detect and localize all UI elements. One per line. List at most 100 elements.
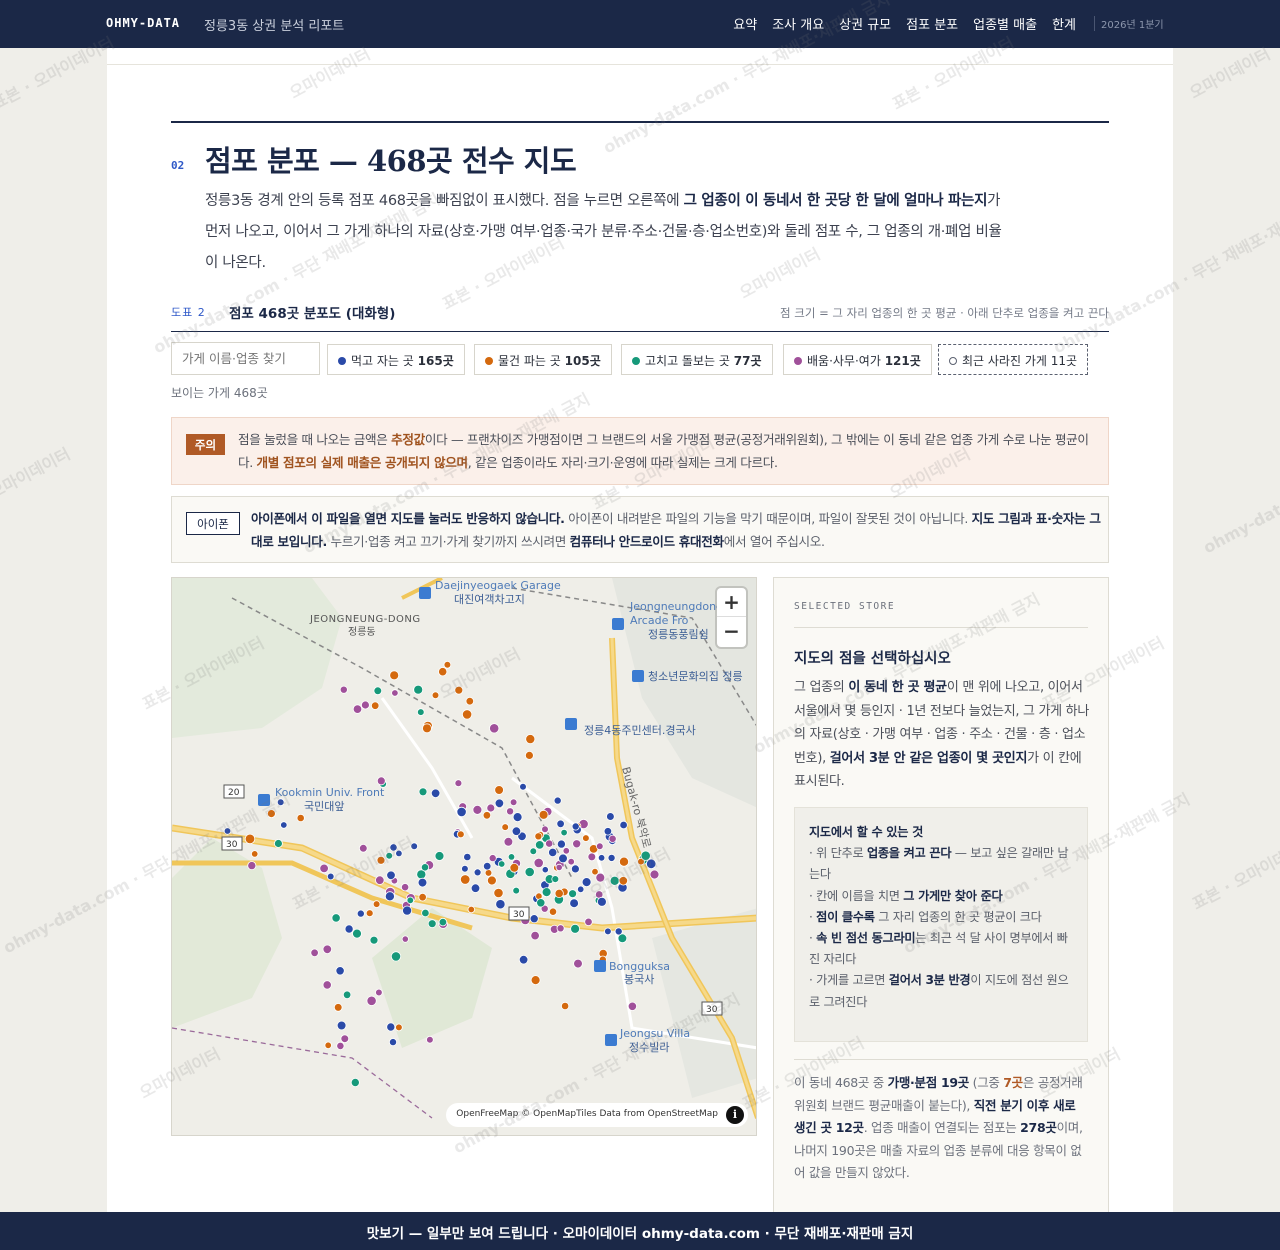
store-marker[interactable] xyxy=(562,847,570,855)
store-marker[interactable] xyxy=(430,788,441,799)
store-marker[interactable] xyxy=(336,1041,345,1050)
brand-logo[interactable]: OHMY-DATA xyxy=(106,16,180,30)
store-marker[interactable] xyxy=(324,1041,332,1049)
store-marker[interactable] xyxy=(467,905,475,914)
nav-store-distribution[interactable]: 점포 분포 xyxy=(906,14,958,33)
store-marker[interactable] xyxy=(434,851,445,861)
store-marker[interactable] xyxy=(431,691,440,699)
store-marker[interactable] xyxy=(570,864,580,874)
store-marker[interactable] xyxy=(454,685,464,695)
store-marker[interactable] xyxy=(280,821,288,829)
store-marker[interactable] xyxy=(250,850,259,858)
store-marker[interactable] xyxy=(525,734,536,745)
store-marker[interactable] xyxy=(614,927,623,936)
store-search-input[interactable] xyxy=(171,342,320,375)
store-marker[interactable] xyxy=(506,807,515,816)
store-marker[interactable] xyxy=(247,861,257,871)
store-marker[interactable] xyxy=(472,804,483,815)
store-marker[interactable] xyxy=(360,700,370,710)
store-marker[interactable] xyxy=(356,909,365,918)
store-marker[interactable] xyxy=(519,782,527,791)
store-marker[interactable] xyxy=(454,779,463,788)
store-marker[interactable] xyxy=(512,812,523,823)
store-marker[interactable] xyxy=(336,1020,347,1031)
store-marker[interactable] xyxy=(417,708,425,716)
store-map[interactable]: Daejinyeogaek Garage 대진여객차고지 JEONGNEUNG-… xyxy=(171,577,757,1136)
store-marker[interactable] xyxy=(512,886,521,895)
store-marker[interactable] xyxy=(551,875,560,884)
store-marker[interactable] xyxy=(339,685,348,694)
store-marker[interactable] xyxy=(426,1035,434,1044)
store-marker[interactable] xyxy=(494,798,505,809)
store-marker[interactable] xyxy=(571,822,580,831)
zoom-in-button[interactable]: + xyxy=(717,588,746,617)
store-marker[interactable] xyxy=(484,869,493,877)
store-marker[interactable] xyxy=(386,870,396,881)
store-marker[interactable] xyxy=(389,843,398,852)
store-marker[interactable] xyxy=(555,863,563,871)
store-marker[interactable] xyxy=(463,852,472,862)
store-marker[interactable] xyxy=(541,825,549,834)
store-marker[interactable] xyxy=(509,798,518,807)
store-marker[interactable] xyxy=(535,840,545,850)
store-marker[interactable] xyxy=(390,951,402,962)
store-marker[interactable] xyxy=(267,809,276,819)
store-marker[interactable] xyxy=(640,850,651,861)
store-marker[interactable] xyxy=(473,868,482,877)
store-marker[interactable] xyxy=(488,854,497,863)
store-marker[interactable] xyxy=(344,924,354,934)
store-marker[interactable] xyxy=(340,1034,350,1044)
store-marker[interactable] xyxy=(581,877,592,888)
store-marker[interactable] xyxy=(366,995,377,1006)
zoom-out-button[interactable]: − xyxy=(717,617,746,646)
store-marker[interactable] xyxy=(223,827,232,835)
store-marker[interactable] xyxy=(276,798,285,807)
store-marker[interactable] xyxy=(494,785,504,795)
store-marker[interactable] xyxy=(507,853,516,861)
store-marker[interactable] xyxy=(296,813,305,823)
store-marker[interactable] xyxy=(604,927,612,936)
filter-chip-education-office[interactable]: 배움·사무·여가 121곳 xyxy=(783,344,932,375)
store-marker[interactable] xyxy=(534,832,543,841)
store-marker[interactable] xyxy=(359,843,368,853)
store-marker[interactable] xyxy=(573,958,583,969)
store-marker[interactable] xyxy=(465,696,474,706)
store-marker[interactable] xyxy=(384,891,395,902)
store-marker[interactable] xyxy=(421,908,430,918)
store-marker[interactable] xyxy=(352,928,362,939)
store-marker[interactable] xyxy=(489,723,500,734)
store-marker[interactable] xyxy=(372,900,381,908)
store-marker[interactable] xyxy=(618,876,629,886)
store-marker[interactable] xyxy=(376,776,386,786)
map-attribution[interactable]: OpenFreeMap © OpenMapTiles Data from Ope… xyxy=(446,1103,748,1127)
store-marker[interactable] xyxy=(389,670,400,681)
store-marker[interactable] xyxy=(541,887,552,898)
store-marker[interactable] xyxy=(560,828,568,837)
store-marker[interactable] xyxy=(607,853,616,862)
store-marker[interactable] xyxy=(244,833,256,845)
store-marker[interactable] xyxy=(326,872,335,881)
store-marker[interactable] xyxy=(529,914,539,924)
store-marker[interactable] xyxy=(322,944,333,955)
store-marker[interactable] xyxy=(556,924,565,933)
store-marker[interactable] xyxy=(376,855,386,865)
store-marker[interactable] xyxy=(609,875,620,886)
store-marker[interactable] xyxy=(597,854,606,862)
store-marker[interactable] xyxy=(603,827,613,836)
store-marker[interactable] xyxy=(560,1001,570,1011)
store-marker[interactable] xyxy=(567,858,575,866)
store-marker[interactable] xyxy=(608,834,617,843)
store-marker[interactable] xyxy=(595,872,606,883)
store-marker[interactable] xyxy=(538,809,549,820)
store-marker[interactable] xyxy=(529,847,538,856)
store-marker[interactable] xyxy=(606,812,615,821)
store-marker[interactable] xyxy=(577,885,585,893)
store-marker[interactable] xyxy=(509,862,520,873)
store-marker[interactable] xyxy=(533,857,544,868)
store-marker[interactable] xyxy=(582,834,590,842)
store-marker[interactable] xyxy=(570,923,581,934)
filter-chip-retail[interactable]: 물건 파는 곳 105곳 xyxy=(474,344,612,375)
store-marker[interactable] xyxy=(391,689,399,697)
store-marker[interactable] xyxy=(385,851,394,860)
store-marker[interactable] xyxy=(649,869,660,880)
